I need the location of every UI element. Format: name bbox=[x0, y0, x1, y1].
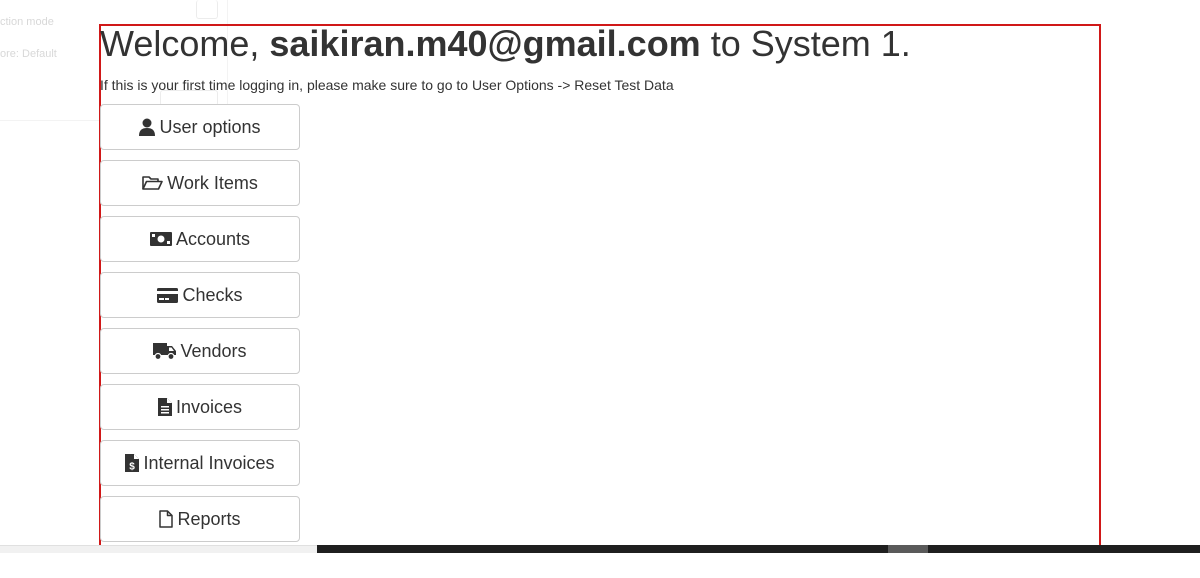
user-email: saikiran.m40@gmail.com bbox=[269, 23, 701, 64]
taskbar bbox=[317, 545, 1200, 553]
file-invoice-dollar-icon: $ bbox=[125, 454, 140, 473]
vendors-button[interactable]: Vendors bbox=[100, 328, 300, 374]
file-outline-icon bbox=[159, 510, 174, 528]
svg-text:$: $ bbox=[130, 462, 136, 473]
background-panel-button bbox=[196, 0, 218, 19]
user-options-button[interactable]: User options bbox=[100, 104, 300, 150]
folder-open-icon bbox=[142, 175, 163, 191]
user-icon bbox=[139, 118, 156, 136]
menu-item-label: Checks bbox=[182, 284, 243, 305]
menu-item-label: Invoices bbox=[175, 396, 243, 417]
invoices-button[interactable]: Invoices bbox=[100, 384, 300, 430]
menu-item-label: Vendors bbox=[180, 340, 247, 361]
welcome-prefix: Welcome, bbox=[100, 23, 270, 64]
reports-button[interactable]: Reports bbox=[100, 496, 300, 542]
menu-item-label: Internal Invoices bbox=[143, 452, 275, 473]
taskbar-item[interactable] bbox=[888, 545, 928, 553]
checks-button[interactable]: Checks bbox=[100, 272, 300, 318]
file-text-icon bbox=[157, 398, 172, 416]
internal-invoices-button[interactable]: $ Internal Invoices bbox=[100, 440, 300, 486]
background-panel-line: ction mode bbox=[0, 16, 54, 28]
main-menu: User options Work Items Accounts Checks … bbox=[100, 104, 300, 552]
accounts-button[interactable]: Accounts bbox=[100, 216, 300, 262]
menu-item-label: Accounts bbox=[175, 228, 251, 249]
first-login-notice: If this is your first time logging in, p… bbox=[100, 77, 674, 93]
credit-card-icon bbox=[157, 287, 179, 303]
menu-item-label: Work Items bbox=[167, 172, 258, 193]
menu-item-label: Reports bbox=[177, 508, 241, 529]
work-items-button[interactable]: Work Items bbox=[100, 160, 300, 206]
background-panel-line: ore: Default bbox=[0, 48, 57, 60]
welcome-suffix: to System 1. bbox=[700, 23, 911, 64]
horizontal-scrollbar-track[interactable] bbox=[0, 545, 317, 553]
truck-icon bbox=[153, 342, 177, 360]
menu-item-label: User options bbox=[159, 116, 261, 137]
money-bill-icon bbox=[149, 232, 172, 246]
welcome-heading: Welcome, saikiran.m40@gmail.com to Syste… bbox=[100, 22, 911, 66]
